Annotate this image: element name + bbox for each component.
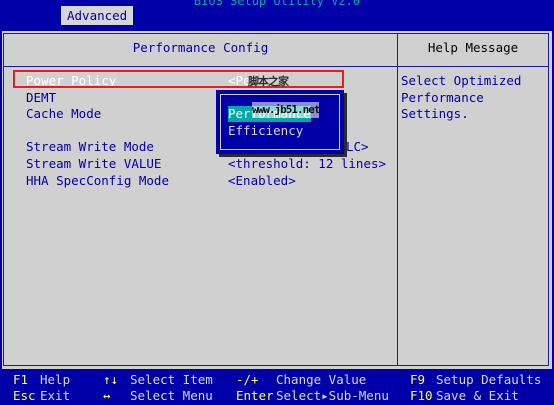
watermark-logo-text: 脚本之家: [248, 75, 289, 88]
watermark-url: www.jb51.net: [252, 102, 320, 118]
key-f9-desc: Setup Defaults: [436, 372, 542, 387]
help-line-3: Settings.: [401, 106, 469, 121]
setting-stream-write-mode-value[interactable]: LC>: [346, 139, 369, 155]
key-enter-desc: Select▸Sub-Menu: [276, 388, 389, 403]
setting-stream-write-value-value[interactable]: <threshold: 12 lines>: [228, 156, 386, 172]
help-line-1: Select Optimized: [401, 73, 522, 88]
popup-option-efficiency[interactable]: Efficiency: [228, 123, 303, 139]
key-esc-desc: Exit: [40, 388, 71, 403]
setting-cache-mode[interactable]: Cache Mode: [26, 106, 101, 122]
key-f9: F9: [410, 372, 426, 387]
setting-hha-specconfig-mode[interactable]: HHA SpecConfig Mode: [26, 173, 169, 189]
key-plusminus-desc: Change Value: [276, 372, 367, 387]
key-f1: F1: [13, 372, 29, 387]
key-esc: Esc: [13, 388, 36, 403]
key-leftright-desc: Select Menu: [130, 388, 213, 403]
top-bar: BIOS Setup Utility V2.0 Advanced: [0, 0, 554, 29]
panel-divider-vertical: [397, 33, 398, 366]
key-f10-desc: Save & Exit: [436, 388, 519, 403]
selection-highlight: [13, 70, 344, 88]
key-f10: F10: [410, 388, 433, 403]
setting-stream-write-value[interactable]: Stream Write VALUE: [26, 156, 161, 172]
setting-stream-write-mode[interactable]: Stream Write Mode: [26, 139, 154, 155]
key-f1-desc: Help: [40, 372, 71, 387]
key-enter: Enter: [236, 388, 274, 403]
panel-divider-horizontal: [4, 66, 549, 67]
setting-hha-specconfig-mode-value[interactable]: <Enabled>: [228, 173, 296, 189]
key-plusminus: -/+: [236, 372, 259, 387]
key-updown-desc: Select Item: [130, 372, 213, 387]
setting-demt[interactable]: DEMT: [26, 90, 56, 106]
key-leftright: ↔: [103, 388, 111, 403]
help-line-2: Performance: [401, 90, 484, 105]
key-updown: ↑↓: [103, 372, 119, 387]
tab-advanced[interactable]: Advanced: [61, 6, 134, 25]
help-title: Help Message: [427, 40, 519, 55]
footer-bar: F1 Help Esc Exit ↑↓ Select Item ↔ Select…: [0, 371, 554, 405]
page-title: Performance Config: [132, 40, 269, 55]
options-popup: Performance Efficiency: [216, 90, 344, 154]
